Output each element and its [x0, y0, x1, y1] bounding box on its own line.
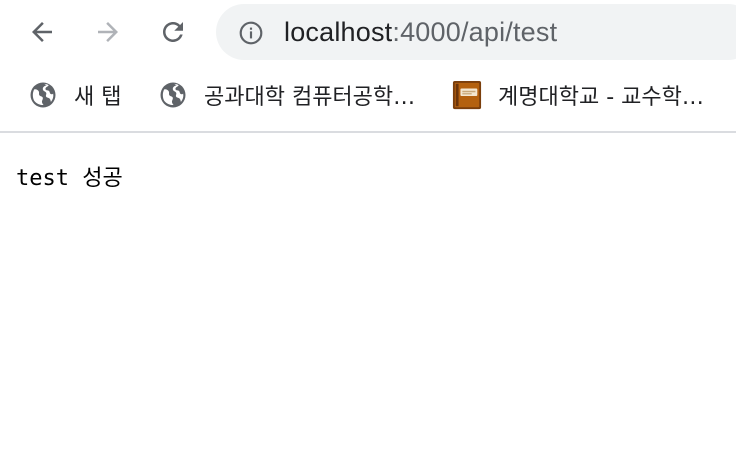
back-button[interactable]: [24, 14, 60, 50]
site-info-button[interactable]: [238, 20, 264, 46]
bookmarks-bar: 새 탭 공과대학 컴퓨터공학… 계명대학교 - 교수학…: [0, 66, 736, 130]
book-icon: [452, 80, 482, 110]
bookmark-label: 공과대학 컴퓨터공학…: [204, 85, 416, 110]
url-text[interactable]: localhost:4000/api/test: [284, 17, 557, 47]
browser-toolbar: localhost:4000/api/test: [0, 0, 736, 66]
address-bar[interactable]: localhost:4000/api/test: [216, 4, 736, 60]
reload-icon: [163, 22, 183, 42]
globe-icon: [28, 80, 58, 110]
bookmark-label: 계명대학교 - 교수학…: [498, 85, 704, 110]
arrow-left-icon: [32, 22, 52, 42]
url-path: :4000/api/test: [392, 17, 558, 47]
url-host: localhost: [284, 17, 393, 47]
page-body-text: test 성공: [16, 166, 123, 191]
info-circle-icon: [239, 21, 263, 45]
bookmark-engineering-college[interactable]: 공과대학 컴퓨터공학…: [158, 78, 415, 112]
globe-icon: [158, 80, 188, 110]
bookmark-label: 새 탭: [74, 85, 122, 110]
toolbar-divider: [0, 131, 736, 133]
reload-button[interactable]: [155, 14, 191, 50]
arrow-right-icon: [98, 22, 118, 42]
bookmark-new-tab[interactable]: 새 탭: [28, 78, 121, 112]
bookmark-keimyung-university[interactable]: 계명대학교 - 교수학…: [452, 78, 704, 112]
forward-button[interactable]: [90, 14, 126, 50]
